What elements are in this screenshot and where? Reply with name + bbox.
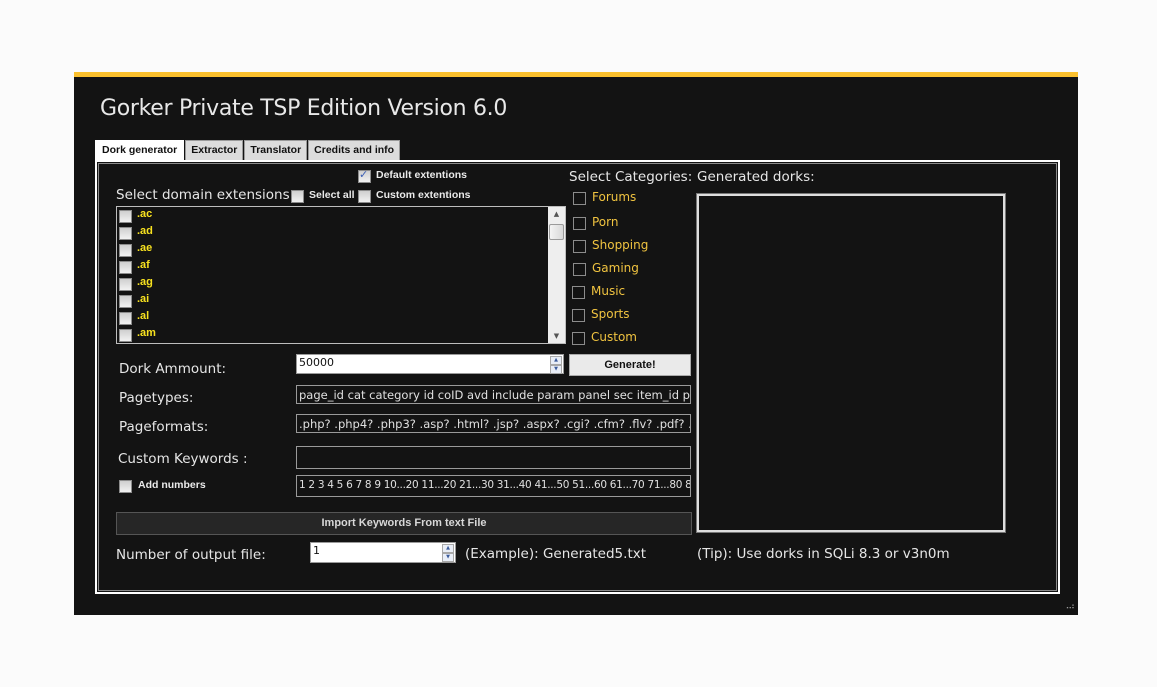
category-gaming-label: Gaming bbox=[592, 261, 639, 275]
tip-label: (Tip): Use dorks in SQLi 8.3 or v3n0m bbox=[697, 546, 950, 562]
extension-label: .ae bbox=[137, 242, 153, 254]
checkbox[interactable] bbox=[119, 261, 132, 274]
list-item[interactable]: .ai bbox=[119, 293, 539, 310]
spin-up-icon[interactable]: ▲ bbox=[442, 544, 454, 553]
checkbox[interactable] bbox=[119, 312, 132, 325]
pageformats-label: Pageformats: bbox=[119, 419, 209, 435]
spin-down-icon[interactable]: ▼ bbox=[442, 553, 454, 562]
custom-extentions-label: Custom extentions bbox=[376, 189, 471, 201]
extension-label: .af bbox=[137, 259, 150, 271]
checkbox[interactable] bbox=[119, 227, 132, 240]
extension-label: .ag bbox=[137, 276, 153, 288]
window-accent-bar bbox=[74, 72, 1078, 77]
list-item[interactable]: .ad bbox=[119, 225, 539, 242]
category-forums-checkbox[interactable] bbox=[573, 192, 586, 205]
extension-label: .ac bbox=[137, 208, 153, 220]
domain-extensions-list[interactable]: .ac .ad .ae .af .ag .ai .al .am ▲ ▼ bbox=[116, 206, 566, 344]
add-numbers-checkbox[interactable] bbox=[119, 480, 132, 493]
tab-dork-generator[interactable]: Dork generator bbox=[95, 140, 185, 160]
dork-generator-panel: Default extentions Select domain extensi… bbox=[95, 160, 1060, 594]
spin-down-icon[interactable]: ▼ bbox=[550, 365, 562, 374]
list-item[interactable]: .ae bbox=[119, 242, 539, 259]
custom-keywords-label: Custom Keywords : bbox=[118, 451, 248, 467]
category-shopping-label: Shopping bbox=[592, 238, 649, 252]
category-gaming-checkbox[interactable] bbox=[573, 263, 586, 276]
spin-up-icon[interactable]: ▲ bbox=[550, 356, 562, 365]
select-all-label: Select all bbox=[309, 189, 355, 201]
category-forums-label: Forums bbox=[592, 190, 637, 204]
add-numbers-label: Add numbers bbox=[138, 479, 206, 491]
checkbox[interactable] bbox=[119, 329, 132, 342]
list-item[interactable]: .ac bbox=[119, 208, 539, 225]
tab-bar: Dork generator Extractor Translator Cred… bbox=[95, 138, 401, 160]
list-scrollbar[interactable]: ▲ ▼ bbox=[548, 207, 565, 343]
pagetypes-input[interactable]: page_id cat category id coID avd include… bbox=[296, 385, 691, 404]
custom-keywords-input[interactable] bbox=[296, 446, 691, 469]
list-item[interactable]: .ag bbox=[119, 276, 539, 293]
category-music-label: Music bbox=[591, 284, 626, 298]
category-music-checkbox[interactable] bbox=[572, 286, 585, 299]
list-item[interactable]: .af bbox=[119, 259, 539, 276]
tab-credits-and-info[interactable]: Credits and info bbox=[308, 140, 401, 160]
tab-translator[interactable]: Translator bbox=[244, 140, 308, 160]
dork-amount-spinner[interactable]: 50000 ▲ ▼ bbox=[296, 354, 564, 374]
app-window: Gorker Private TSP Edition Version 6.0 D… bbox=[74, 72, 1078, 615]
generated-dorks-label: Generated dorks: bbox=[697, 169, 815, 185]
category-porn-label: Porn bbox=[592, 215, 619, 229]
resize-grip-icon[interactable]: ⠠⠴ bbox=[1063, 602, 1075, 612]
output-files-spinner[interactable]: 1 ▲ ▼ bbox=[310, 542, 456, 563]
checkbox[interactable] bbox=[119, 295, 132, 308]
default-extentions-checkbox[interactable] bbox=[358, 168, 371, 183]
list-item[interactable]: .al bbox=[119, 310, 539, 327]
select-domain-extensions-label: Select domain extensions: bbox=[116, 187, 295, 203]
numbers-input[interactable]: 1 2 3 4 5 6 7 8 9 10...20 11...20 21...3… bbox=[296, 475, 691, 497]
extension-label: .ad bbox=[137, 225, 153, 237]
custom-extentions-checkbox[interactable] bbox=[358, 190, 371, 203]
extension-label: .ai bbox=[137, 293, 150, 305]
generated-dorks-textarea[interactable] bbox=[696, 193, 1006, 533]
default-extentions-label: Default extentions bbox=[376, 169, 468, 181]
list-item[interactable]: .am bbox=[119, 327, 539, 344]
scroll-up-arrow-icon[interactable]: ▲ bbox=[548, 207, 565, 221]
scroll-thumb[interactable] bbox=[549, 224, 564, 240]
category-shopping-checkbox[interactable] bbox=[573, 240, 586, 253]
dork-amount-label: Dork Ammount: bbox=[119, 361, 227, 377]
category-porn-checkbox[interactable] bbox=[573, 217, 586, 230]
category-sports-label: Sports bbox=[591, 307, 630, 321]
tab-extractor[interactable]: Extractor bbox=[185, 140, 244, 160]
window-title: Gorker Private TSP Edition Version 6.0 bbox=[100, 96, 508, 121]
scroll-down-arrow-icon[interactable]: ▼ bbox=[548, 329, 565, 343]
pageformats-input[interactable]: .php? .php4? .php3? .asp? .html? .jsp? .… bbox=[296, 414, 691, 433]
output-files-value: 1 bbox=[313, 544, 320, 557]
category-sports-checkbox[interactable] bbox=[572, 309, 585, 322]
extension-label: .al bbox=[137, 310, 150, 322]
generate-button[interactable]: Generate! bbox=[569, 354, 691, 376]
import-keywords-button[interactable]: Import Keywords From text File bbox=[116, 512, 692, 535]
checkbox[interactable] bbox=[119, 244, 132, 257]
select-categories-label: Select Categories: bbox=[569, 169, 693, 185]
checkbox[interactable] bbox=[119, 210, 132, 223]
select-all-checkbox[interactable] bbox=[291, 190, 304, 203]
category-custom-label: Custom bbox=[591, 330, 637, 344]
example-label: (Example): Generated5.txt bbox=[465, 546, 647, 562]
extension-label: .am bbox=[137, 327, 156, 339]
checkbox[interactable] bbox=[119, 278, 132, 291]
category-custom-checkbox[interactable] bbox=[572, 332, 585, 345]
output-files-label: Number of output file: bbox=[116, 547, 266, 563]
dork-amount-value: 50000 bbox=[299, 356, 334, 369]
pagetypes-label: Pagetypes: bbox=[119, 390, 194, 406]
